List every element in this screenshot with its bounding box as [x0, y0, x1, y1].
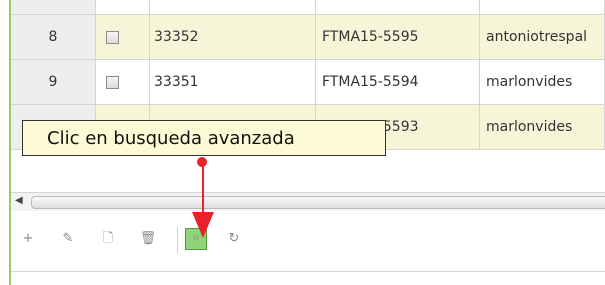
cell-user: marlonvides — [479, 104, 605, 150]
table-row[interactable]: 9 33351 FTMA15-5594 marlonvides — [11, 59, 605, 105]
cell-user: antoniotrespal — [479, 14, 605, 60]
cell-code: FTMA15-5595 — [315, 14, 480, 60]
callout-tooltip: Clic en busqueda avanzada — [22, 120, 386, 156]
toolbar-separator — [177, 227, 178, 253]
cell-user: marlonvides — [479, 59, 605, 105]
cell-id: 33351 — [149, 59, 316, 105]
delete-icon[interactable]: 🗑 — [139, 230, 157, 248]
cell-id: 33352 — [149, 14, 316, 60]
row-number: 8 — [11, 14, 96, 60]
grid-frame: 8 33352 FTMA15-5595 antoniotrespal 9 333… — [0, 0, 605, 285]
horizontal-scrollbar[interactable]: ◀ — [11, 192, 605, 212]
callout-arrow-icon — [192, 212, 214, 238]
row-checkbox[interactable] — [106, 75, 119, 89]
row-checkbox[interactable] — [106, 30, 119, 44]
scroll-left-arrow-icon[interactable]: ◀ — [15, 195, 23, 206]
table-row-partial — [11, 0, 605, 15]
row-number: 9 — [11, 59, 96, 105]
table-row[interactable]: 8 33352 FTMA15-5595 antoniotrespal — [11, 14, 605, 60]
edit-icon[interactable]: ✎ — [59, 230, 77, 248]
scrollbar-thumb[interactable] — [31, 196, 605, 209]
callout-pointer-line — [202, 162, 204, 215]
refresh-icon[interactable]: ↻ — [225, 230, 243, 248]
view-icon[interactable]: 🗋 — [99, 230, 117, 248]
grid-pager-toolbar: + ✎ 🗋 🗑 ⌕ ↻ — [11, 211, 605, 272]
cell-code: FTMA15-5594 — [315, 59, 480, 105]
add-icon[interactable]: + — [19, 230, 37, 248]
